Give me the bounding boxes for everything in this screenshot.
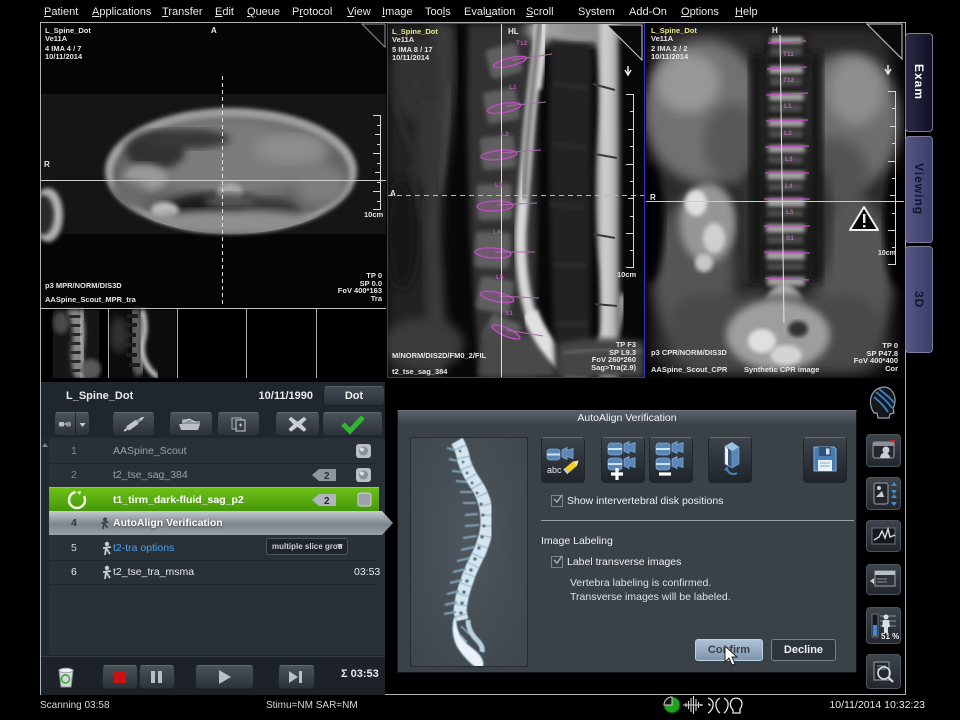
svg-text:2: 2 [324,471,330,482]
svg-text:51 %: 51 % [881,632,899,641]
svg-text:abc: abc [547,465,562,475]
svg-text:2: 2 [324,496,330,507]
